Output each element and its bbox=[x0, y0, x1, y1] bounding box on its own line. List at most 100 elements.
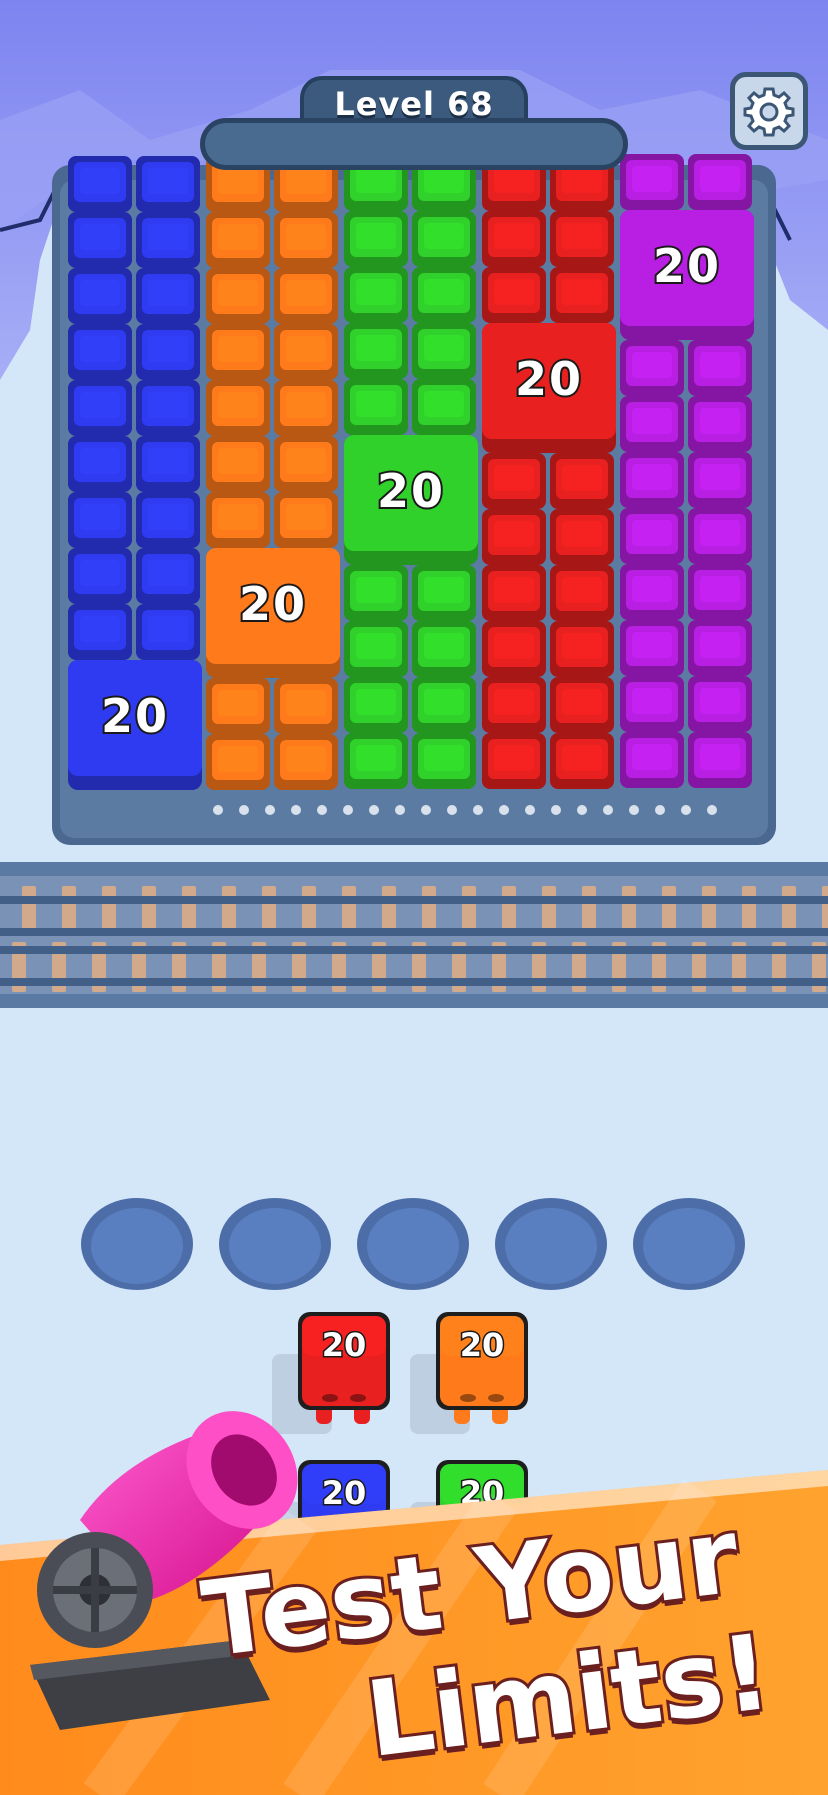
small-block bbox=[550, 453, 614, 509]
small-block bbox=[412, 565, 476, 621]
small-block bbox=[136, 436, 200, 492]
small-block bbox=[688, 396, 752, 452]
big-block-label: 20 bbox=[239, 577, 307, 631]
small-block bbox=[620, 154, 684, 210]
small-block bbox=[620, 676, 684, 732]
queue-slot[interactable] bbox=[633, 1198, 745, 1290]
big-block-red[interactable]: 20 bbox=[482, 323, 616, 453]
small-block bbox=[620, 396, 684, 452]
small-block bbox=[620, 340, 684, 396]
small-block bbox=[206, 492, 270, 548]
small-block bbox=[344, 211, 408, 267]
small-block bbox=[68, 604, 132, 660]
big-block-purple[interactable]: 20 bbox=[620, 210, 754, 340]
small-block bbox=[550, 677, 614, 733]
small-block bbox=[68, 212, 132, 268]
roller bbox=[421, 805, 431, 815]
small-block bbox=[550, 733, 614, 789]
small-block bbox=[412, 267, 476, 323]
small-block bbox=[620, 564, 684, 620]
big-block-label: 20 bbox=[101, 689, 169, 743]
small-block bbox=[550, 621, 614, 677]
small-block bbox=[206, 324, 270, 380]
small-block bbox=[274, 436, 338, 492]
small-block bbox=[206, 678, 270, 734]
small-block bbox=[136, 492, 200, 548]
small-block bbox=[688, 620, 752, 676]
character-label: 20 bbox=[322, 1474, 367, 1512]
small-block bbox=[412, 211, 476, 267]
small-block bbox=[482, 211, 546, 267]
small-block bbox=[482, 565, 546, 621]
small-block bbox=[206, 268, 270, 324]
roller bbox=[551, 805, 561, 815]
queue-slot[interactable] bbox=[495, 1198, 607, 1290]
small-block bbox=[412, 323, 476, 379]
small-block bbox=[206, 380, 270, 436]
small-block bbox=[274, 380, 338, 436]
small-block bbox=[688, 564, 752, 620]
small-block bbox=[274, 268, 338, 324]
roller bbox=[577, 805, 587, 815]
queue-slot[interactable] bbox=[219, 1198, 331, 1290]
small-block bbox=[274, 678, 338, 734]
small-block bbox=[344, 323, 408, 379]
small-block bbox=[412, 621, 476, 677]
small-block bbox=[688, 452, 752, 508]
roller bbox=[239, 805, 249, 815]
small-block bbox=[344, 565, 408, 621]
roller bbox=[343, 805, 353, 815]
roller bbox=[213, 805, 223, 815]
small-block bbox=[68, 380, 132, 436]
small-block bbox=[344, 677, 408, 733]
small-block bbox=[620, 732, 684, 788]
small-block bbox=[482, 453, 546, 509]
small-block bbox=[620, 620, 684, 676]
gear-icon bbox=[743, 87, 795, 137]
small-block bbox=[550, 509, 614, 565]
small-block bbox=[68, 436, 132, 492]
small-block bbox=[550, 565, 614, 621]
small-block bbox=[620, 508, 684, 564]
small-block bbox=[136, 380, 200, 436]
level-label: Level 68 bbox=[334, 85, 494, 123]
small-block bbox=[274, 492, 338, 548]
small-block bbox=[482, 621, 546, 677]
small-block bbox=[344, 733, 408, 789]
small-block bbox=[136, 156, 200, 212]
small-block bbox=[688, 154, 752, 210]
small-block bbox=[412, 733, 476, 789]
small-block bbox=[482, 509, 546, 565]
roller bbox=[655, 805, 665, 815]
roller bbox=[707, 805, 717, 815]
small-block bbox=[206, 734, 270, 790]
roller bbox=[317, 805, 327, 815]
big-block-green[interactable]: 20 bbox=[344, 435, 478, 565]
roller bbox=[603, 805, 613, 815]
small-block bbox=[136, 268, 200, 324]
small-block bbox=[68, 156, 132, 212]
small-block bbox=[68, 324, 132, 380]
roller bbox=[265, 805, 275, 815]
small-block bbox=[136, 548, 200, 604]
small-block bbox=[482, 733, 546, 789]
small-block bbox=[412, 379, 476, 435]
small-block bbox=[482, 267, 546, 323]
settings-button[interactable] bbox=[730, 72, 808, 150]
roller bbox=[395, 805, 405, 815]
small-block bbox=[206, 436, 270, 492]
small-block bbox=[136, 212, 200, 268]
big-block-orange[interactable]: 20 bbox=[206, 548, 340, 678]
small-block bbox=[412, 677, 476, 733]
small-block bbox=[274, 324, 338, 380]
roller bbox=[629, 805, 639, 815]
small-block bbox=[206, 212, 270, 268]
character-label: 20 bbox=[460, 1326, 505, 1364]
small-block bbox=[620, 452, 684, 508]
queue-slot[interactable] bbox=[81, 1198, 193, 1290]
big-block-blue[interactable]: 20 bbox=[68, 660, 202, 790]
roller bbox=[447, 805, 457, 815]
queue-slot[interactable] bbox=[357, 1198, 469, 1290]
small-block bbox=[688, 732, 752, 788]
roller bbox=[369, 805, 379, 815]
